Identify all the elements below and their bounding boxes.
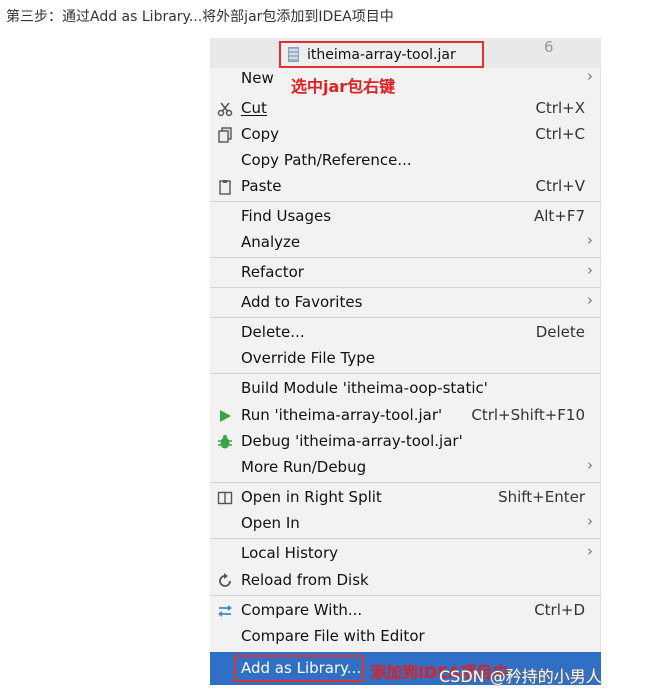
menu-item-reload[interactable]: Reload from Disk (210, 568, 601, 594)
menu-item-debug[interactable]: Debug 'itheima-array-tool.jar' (210, 429, 601, 455)
csdn-watermark: CSDN @矜持的小男人 (439, 667, 602, 686)
clipboard-icon (216, 178, 234, 196)
menu-label-run: Run 'itheima-array-tool.jar' (241, 406, 443, 424)
menu-separator (210, 482, 601, 483)
menu-separator (210, 257, 601, 258)
shortcut-paste: Ctrl+V (535, 177, 585, 195)
submenu-arrow-icon: › (587, 291, 593, 309)
menu-label-open-right-split: Open in Right Split (241, 488, 382, 506)
split-icon (216, 489, 234, 507)
menu-label-copy-path: Copy Path/Reference... (241, 151, 412, 169)
submenu-arrow-icon: › (587, 67, 593, 85)
reload-icon (216, 572, 234, 590)
menu-item-build-module[interactable]: Build Module 'itheima-oop-static' (210, 376, 601, 402)
submenu-arrow-icon: › (587, 231, 593, 249)
compare-icon (216, 602, 234, 620)
menu-item-new[interactable]: New › (210, 66, 601, 92)
menu-label-compare-with: Compare With... (241, 601, 363, 619)
submenu-arrow-icon: › (587, 512, 593, 530)
shortcut-compare-with: Ctrl+D (534, 601, 585, 619)
selected-jar-file[interactable]: itheima-array-tool.jar (279, 41, 484, 68)
menu-item-compare-with[interactable]: Compare With... Ctrl+D (210, 598, 601, 624)
menu-item-copy-path[interactable]: Copy Path/Reference... (210, 148, 601, 174)
play-icon (216, 407, 234, 425)
shortcut-copy: Ctrl+C (535, 125, 585, 143)
menu-item-run[interactable]: Run 'itheima-array-tool.jar' Ctrl+Shift+… (210, 403, 601, 429)
menu-label-cut: Cut (241, 99, 267, 117)
menu-item-add-favorites[interactable]: Add to Favorites › (210, 290, 601, 316)
annotation-right-click: 选中jar包右键 (291, 77, 396, 96)
menu-label-add-favorites: Add to Favorites (241, 293, 363, 311)
menu-item-open-in[interactable]: Open In › (210, 511, 601, 537)
shortcut-open-right-split: Shift+Enter (498, 488, 585, 506)
shortcut-cut: Ctrl+X (535, 99, 585, 117)
menu-item-override[interactable]: Override File Type (210, 346, 601, 372)
menu-label-reload: Reload from Disk (241, 571, 369, 589)
menu-label-more-run: More Run/Debug (241, 458, 367, 476)
menu-label-open-in: Open In (241, 514, 300, 532)
menu-label-analyze: Analyze (241, 233, 301, 251)
menu-label-compare-editor: Compare File with Editor (241, 627, 425, 645)
menu-label-refactor: Refactor (241, 263, 304, 281)
menu-separator (210, 538, 601, 539)
submenu-arrow-icon: › (587, 456, 593, 474)
copy-icon (216, 126, 234, 144)
shortcut-run: Ctrl+Shift+F10 (471, 406, 585, 424)
menu-item-more-run[interactable]: More Run/Debug › (210, 455, 601, 481)
menu-item-local-history[interactable]: Local History › (210, 541, 601, 567)
step-caption: 第三步：通过Add as Library...将外部jar包添加到IDEA项目中 (6, 9, 394, 25)
submenu-arrow-icon: › (587, 261, 593, 279)
jar-file-name: itheima-array-tool.jar (307, 46, 456, 63)
menu-label-paste: Paste (241, 177, 282, 195)
menu-label-copy: Copy (241, 125, 280, 143)
shortcut-find-usages: Alt+F7 (533, 207, 585, 225)
line-number: 6 (544, 38, 554, 56)
menu-label-local-history: Local History (241, 544, 339, 562)
jar-file-icon (288, 47, 299, 62)
menu-item-analyze[interactable]: Analyze › (210, 230, 601, 256)
context-menu: itheima-array-tool.jar 6 New › Cut Ctrl+… (210, 38, 601, 685)
menu-item-copy[interactable]: Copy Ctrl+C (210, 122, 601, 148)
menu-label-delete: Delete... (241, 323, 305, 341)
file-tab-header: itheima-array-tool.jar 6 (210, 38, 601, 68)
menu-item-refactor[interactable]: Refactor › (210, 260, 601, 286)
menu-label-add-as-library: Add as Library... (241, 659, 362, 677)
menu-separator (210, 317, 601, 318)
menu-separator (210, 373, 601, 374)
scissors-icon (216, 100, 234, 118)
menu-item-cut[interactable]: Cut Ctrl+X (210, 96, 601, 122)
menu-item-compare-editor[interactable]: Compare File with Editor (210, 624, 601, 650)
menu-label-override: Override File Type (241, 349, 375, 367)
menu-item-paste[interactable]: Paste Ctrl+V (210, 174, 601, 200)
bug-icon (216, 433, 234, 451)
menu-label-find-usages: Find Usages (241, 207, 332, 225)
menu-item-delete[interactable]: Delete... Delete (210, 320, 601, 346)
submenu-arrow-icon: › (587, 542, 593, 560)
menu-separator (210, 595, 601, 596)
menu-label-build-module: Build Module 'itheima-oop-static' (241, 379, 488, 397)
menu-label-debug: Debug 'itheima-array-tool.jar' (241, 432, 463, 450)
menu-label-new: New (241, 69, 274, 87)
menu-item-find-usages[interactable]: Find Usages Alt+F7 (210, 204, 601, 230)
menu-separator (210, 287, 601, 288)
menu-item-open-right-split[interactable]: Open in Right Split Shift+Enter (210, 485, 601, 511)
menu-separator (210, 201, 601, 202)
shortcut-delete: Delete (535, 323, 585, 341)
